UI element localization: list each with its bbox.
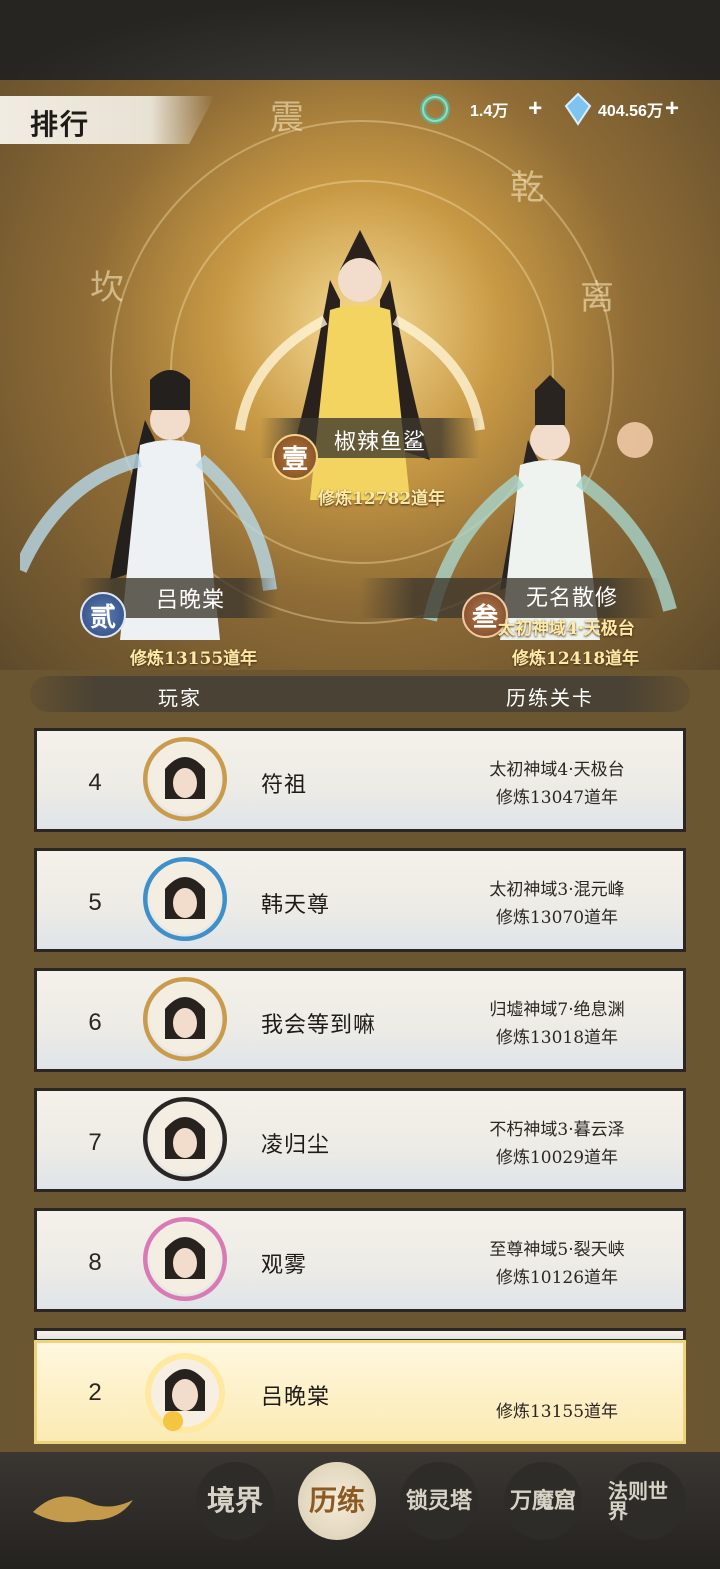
rank2-name[interactable]: 吕晚棠 bbox=[156, 582, 225, 614]
player-stage: 不朽神域3·暮云泽 bbox=[489, 1120, 625, 1140]
hero-glyph: 乾 bbox=[510, 168, 544, 208]
player-stage: 归墟神域7·绝息渊 bbox=[489, 1000, 625, 1020]
player-avatar[interactable] bbox=[143, 1097, 227, 1181]
my-rank-number: 2 bbox=[88, 1379, 102, 1406]
rank1-cultivation: 修炼12782道年 bbox=[318, 489, 446, 509]
player-name: 凌归尘 bbox=[261, 1133, 331, 1158]
ranking-row[interactable]: 5 韩天尊 太初神域3·混元峰 修炼13070道年 bbox=[34, 848, 686, 952]
add-jade-button[interactable]: + bbox=[528, 95, 542, 123]
rank3-stage: 太初神域4·天极台 bbox=[498, 619, 635, 639]
resource-jade: 1.4万 + bbox=[418, 92, 542, 126]
column-player: 玩家 bbox=[158, 686, 202, 710]
player-stage: 太初神域3·混元峰 bbox=[489, 880, 625, 900]
player-cultivation: 修炼10126道年 bbox=[495, 1268, 619, 1288]
player-avatar[interactable] bbox=[143, 737, 227, 821]
rank1-medal-glyph: 壹 bbox=[281, 444, 308, 475]
hero-glyph: 离 bbox=[580, 278, 614, 318]
ranking-row[interactable]: 4 符祖 太初神域4·天极台 修炼13047道年 bbox=[34, 728, 686, 832]
player-name: 符祖 bbox=[261, 773, 308, 798]
player-stage: 太初神域4·天极台 bbox=[489, 760, 625, 780]
player-cultivation: 修炼13047道年 bbox=[495, 788, 619, 808]
nav-realm[interactable]: 境界 bbox=[196, 1462, 274, 1540]
jade-value: 1.4万 bbox=[470, 103, 509, 120]
add-crystal-button[interactable]: + bbox=[665, 95, 679, 123]
resource-crystal: 404.56万 + bbox=[564, 92, 679, 126]
player-avatar[interactable] bbox=[143, 1217, 227, 1301]
nav-demon-cave[interactable]: 万魔窟 bbox=[504, 1462, 582, 1540]
nav-law-world[interactable]: 法则世界 bbox=[608, 1462, 686, 1540]
top-strip bbox=[0, 0, 720, 80]
my-rank-row[interactable]: 2 吕晚棠 修炼13155道年 bbox=[34, 1340, 686, 1444]
rank3-medal-glyph: 叁 bbox=[471, 602, 498, 633]
rank3-name[interactable]: 无名散修 bbox=[526, 580, 618, 612]
player-name: 韩天尊 bbox=[261, 893, 331, 918]
column-stage: 历练关卡 bbox=[506, 686, 594, 710]
rank-number: 6 bbox=[88, 1009, 102, 1036]
player-cultivation: 修炼13070道年 bbox=[495, 908, 619, 928]
player-cultivation: 修炼10029道年 bbox=[495, 1148, 619, 1168]
hero-glyph: 震 bbox=[270, 98, 304, 138]
rank2-cultivation: 修炼13155道年 bbox=[130, 649, 258, 669]
my-cultivation: 修炼13155道年 bbox=[495, 1402, 619, 1422]
player-name: 观雾 bbox=[261, 1253, 308, 1278]
rank2-medal-glyph: 贰 bbox=[89, 602, 116, 633]
page-title: 排行 bbox=[30, 108, 91, 141]
nav-demon-cave-label: 万魔窟 bbox=[509, 1488, 576, 1514]
hero-glyph: 坎 bbox=[90, 268, 124, 308]
jade-ring-icon bbox=[420, 94, 450, 124]
rank-number: 4 bbox=[88, 769, 102, 796]
ranking-row[interactable]: 8 观雾 至尊神域5·裂天峡 修炼10126道年 bbox=[34, 1208, 686, 1312]
my-avatar[interactable] bbox=[143, 1351, 227, 1435]
nav-realm-label: 境界 bbox=[206, 1484, 263, 1517]
player-name: 我会等到嘛 bbox=[261, 1013, 377, 1038]
rank-number: 7 bbox=[88, 1129, 102, 1156]
nav-trial-label: 历练 bbox=[308, 1484, 365, 1517]
rank-number: 8 bbox=[88, 1249, 102, 1276]
my-name: 吕晚棠 bbox=[261, 1385, 331, 1410]
nav-trial[interactable]: 历练 bbox=[298, 1462, 376, 1540]
crystal-value: 404.56万 bbox=[598, 103, 663, 120]
rank1-name[interactable]: 椒辣鱼鲨 bbox=[334, 424, 426, 456]
rank3-cultivation: 修炼12418道年 bbox=[512, 649, 640, 669]
rank2-medal: 贰 bbox=[80, 592, 126, 638]
nav-law-world-label: 法则世界 bbox=[608, 1479, 668, 1523]
rank1-medal: 壹 bbox=[272, 434, 318, 480]
ranking-row[interactable]: 7 凌归尘 不朽神域3·暮云泽 修炼10029道年 bbox=[34, 1088, 686, 1192]
player-cultivation: 修炼13018道年 bbox=[495, 1028, 619, 1048]
player-avatar[interactable] bbox=[143, 977, 227, 1061]
cloud-ornament-icon bbox=[33, 1496, 133, 1523]
player-stage: 至尊神域5·裂天峡 bbox=[489, 1240, 625, 1260]
spirit-crystal-icon bbox=[564, 92, 592, 126]
nav-lock-tower-label: 锁灵塔 bbox=[405, 1488, 472, 1514]
nav-lock-tower[interactable]: 锁灵塔 bbox=[400, 1462, 478, 1540]
player-avatar[interactable] bbox=[143, 857, 227, 941]
rank-number: 5 bbox=[88, 889, 102, 916]
ranking-row[interactable]: 6 我会等到嘛 归墟神域7·绝息渊 修炼13018道年 bbox=[34, 968, 686, 1072]
